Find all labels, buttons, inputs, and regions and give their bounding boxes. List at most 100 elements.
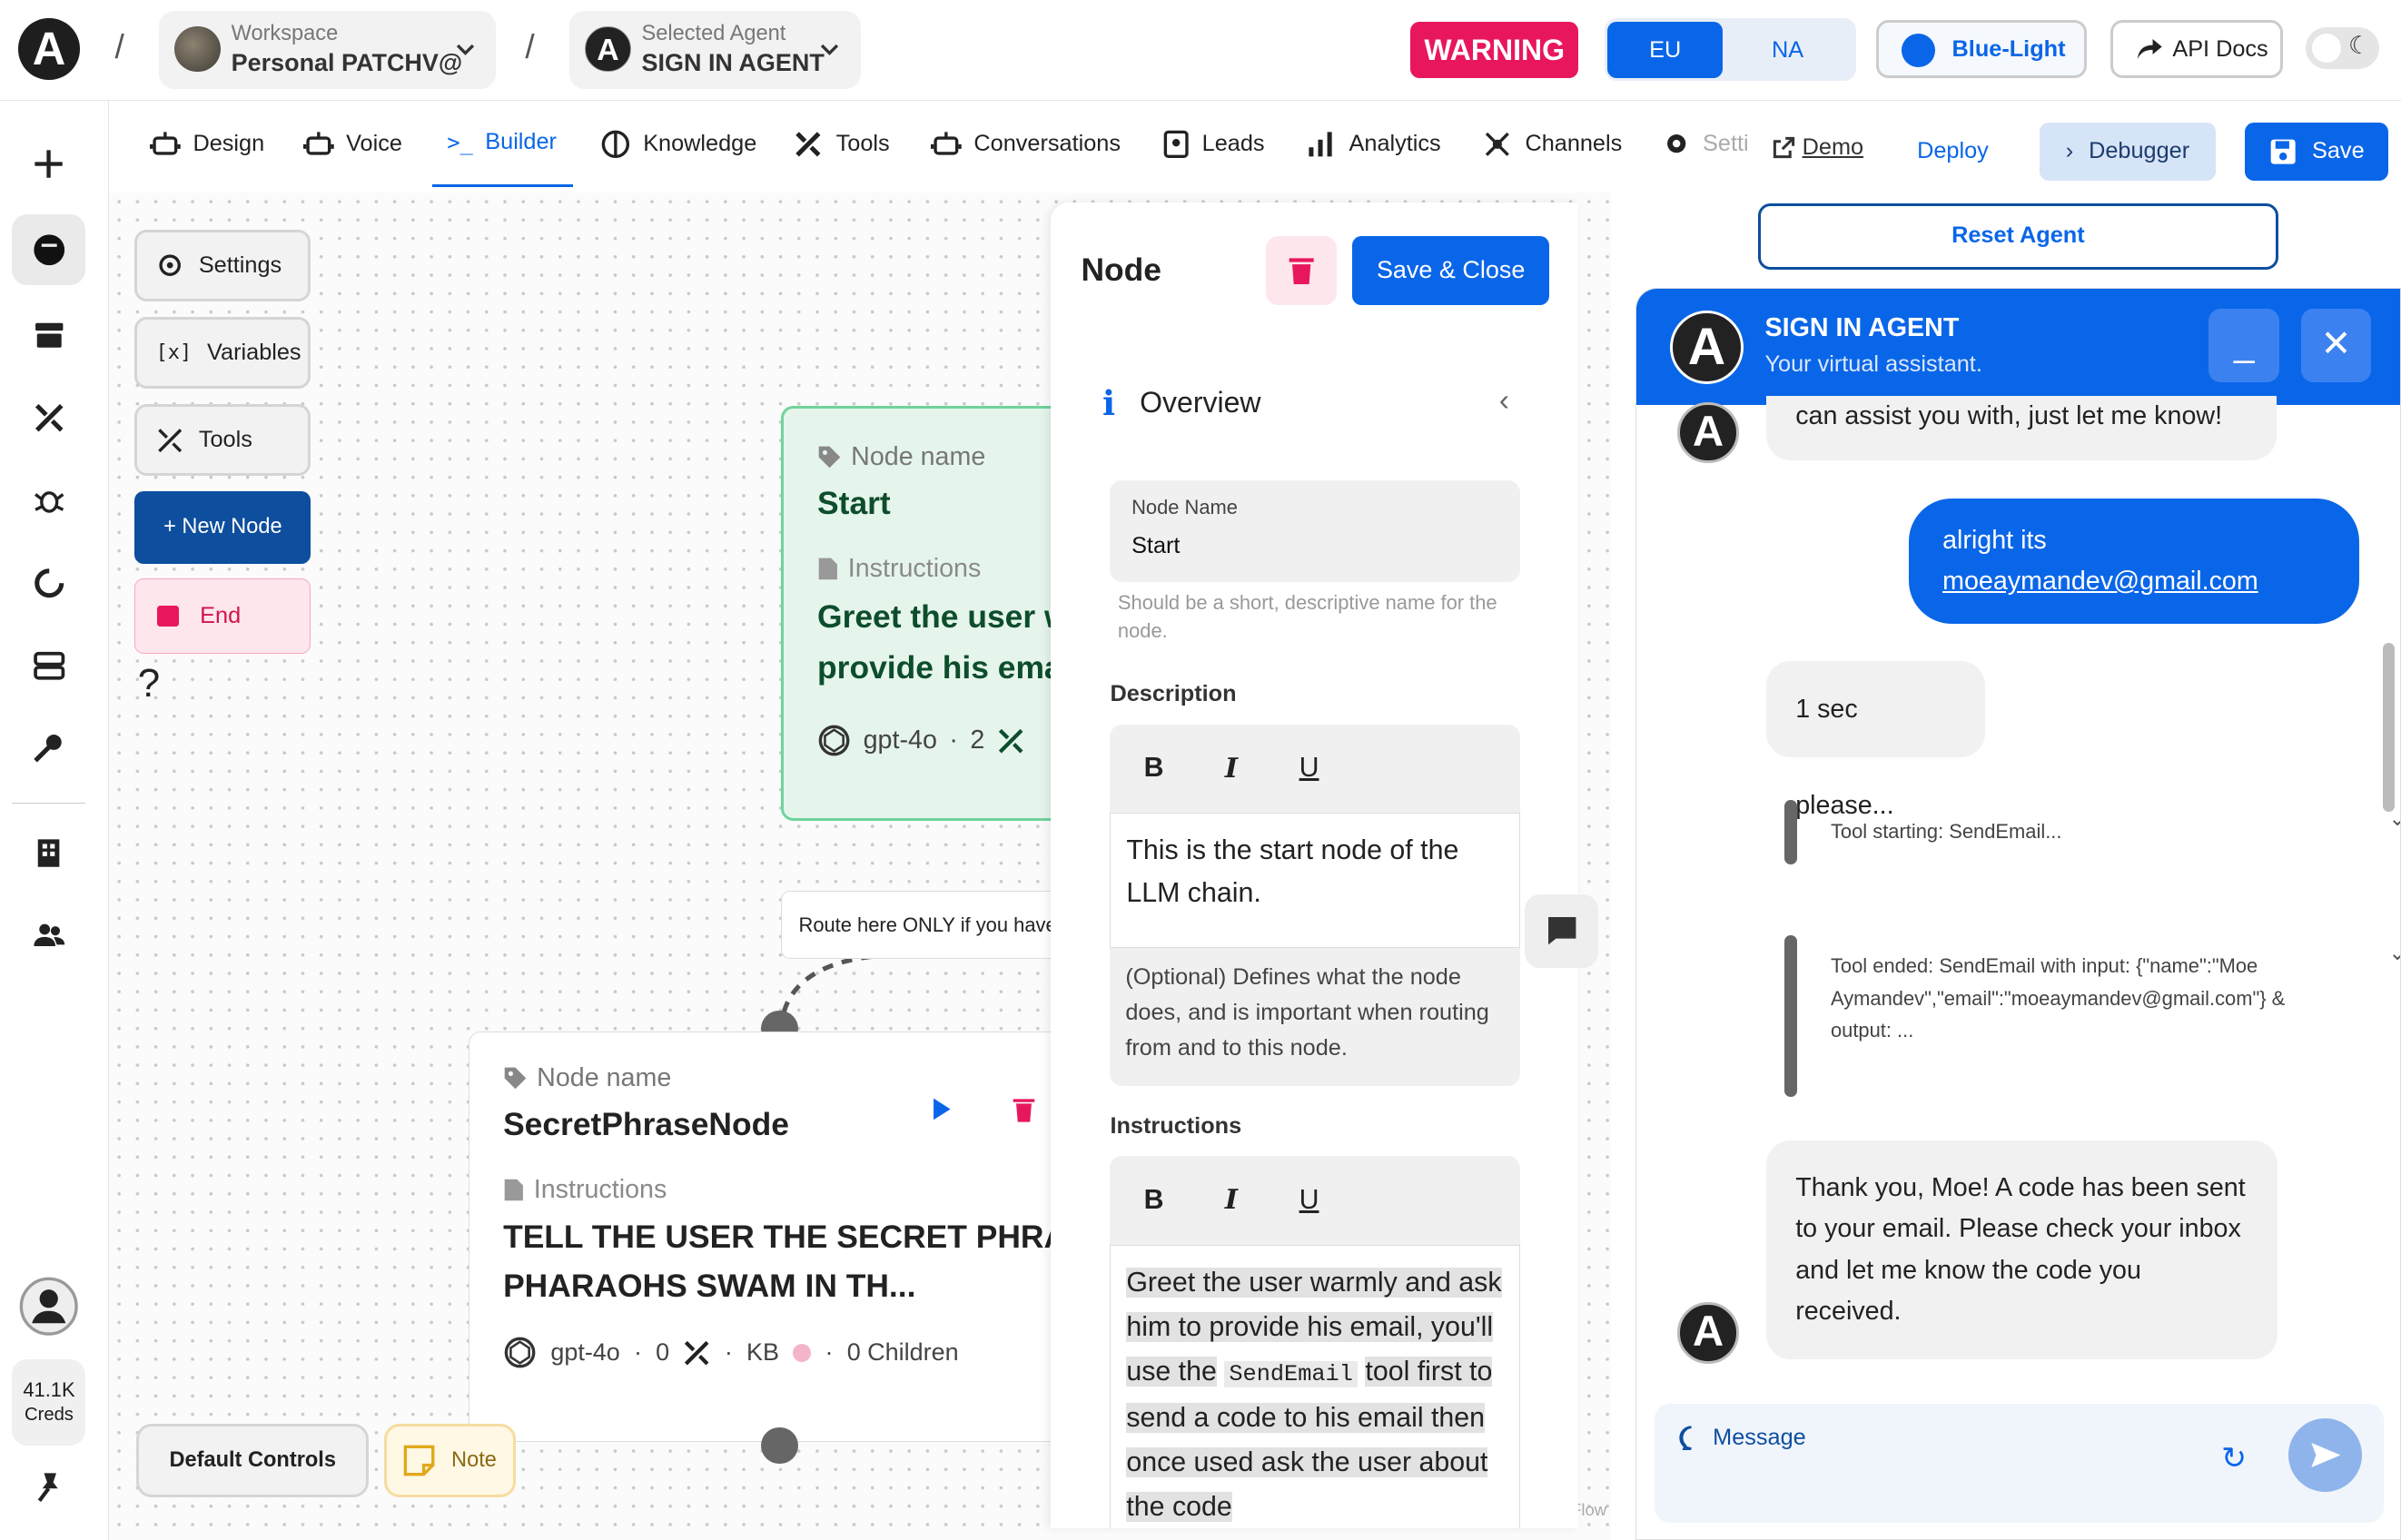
agent-avatar: A [1669, 310, 1744, 384]
debugger-button[interactable]: › Debugger [2040, 122, 2216, 181]
underline-button[interactable]: U [1299, 1185, 1319, 1216]
tool-call-end[interactable]: Tool ended: SendEmail with input: {"name… [1784, 934, 2400, 1101]
underline-button[interactable]: U [1299, 753, 1319, 784]
tab-conversations[interactable]: Conversations [931, 101, 1121, 186]
tab-builder[interactable]: >_ Builder [431, 101, 573, 187]
rail-pin-button[interactable] [12, 1452, 85, 1523]
italic-button[interactable]: I [1225, 753, 1238, 785]
tab-channels[interactable]: Channels [1482, 101, 1622, 186]
message-input[interactable]: Message [1679, 1425, 1806, 1451]
sticky-note-icon [403, 1445, 435, 1476]
bold-button[interactable]: B [1144, 1185, 1164, 1216]
info-icon: i [1102, 382, 1116, 423]
rail-debug-button[interactable] [12, 466, 85, 537]
panel-title: Node [1081, 251, 1161, 288]
tab-knowledge[interactable]: Knowledge [600, 101, 756, 186]
chevron-left-icon[interactable]: ‹ [1499, 383, 1509, 419]
rail-profile-button[interactable] [12, 1271, 85, 1342]
tool-call-start[interactable]: Tool starting: SendEmail... ⌄ [1784, 800, 2400, 864]
rail-team-button[interactable] [12, 900, 85, 971]
rail-agent-button[interactable] [12, 214, 86, 285]
api-docs-button[interactable]: API Docs [2110, 19, 2284, 78]
canvas-variables-button[interactable]: [x] Variables [134, 317, 311, 390]
close-button[interactable]: ✕ [2300, 308, 2372, 382]
satellite-icon [1486, 132, 1510, 156]
send-button[interactable] [2288, 1418, 2363, 1493]
trash-icon[interactable] [1012, 1096, 1036, 1123]
warning-badge[interactable]: WARNING [1409, 21, 1579, 78]
region-na[interactable]: NA [1730, 22, 1844, 78]
bold-button[interactable]: B [1144, 753, 1164, 784]
rail-store-button[interactable] [12, 300, 85, 370]
instructions-code-token: SendEmail [1224, 1360, 1358, 1387]
tool-call-bar [1784, 934, 1797, 1098]
chevron-down-icon[interactable]: ⌄ [2388, 938, 2400, 970]
tab-label: Conversations [973, 130, 1121, 156]
comment-button[interactable] [1525, 893, 1599, 968]
user-email-link[interactable]: moeaymandev@gmail.com [1942, 567, 2258, 596]
rail-tools-button[interactable] [12, 383, 85, 454]
chat-scrollbar[interactable] [2382, 643, 2396, 812]
route-condition-label[interactable]: Route here ONLY if you have [780, 891, 1088, 959]
dark-mode-toggle[interactable]: ☾ [2306, 27, 2380, 69]
canvas-settings-button[interactable]: Settings [134, 229, 311, 302]
play-icon[interactable] [929, 1097, 953, 1121]
rail-storage-button[interactable] [12, 631, 85, 702]
demo-link[interactable]: Demo [1772, 134, 1863, 161]
minimize-button[interactable]: _ [2208, 308, 2280, 382]
help-icon[interactable]: ? [138, 661, 160, 706]
tab-analytics[interactable]: Analytics [1306, 101, 1441, 186]
agent-label: Selected Agent [641, 21, 786, 45]
region-switch: EU NA [1605, 18, 1856, 82]
robot-icon [302, 131, 334, 155]
stop-icon [156, 605, 179, 627]
rail-keys-button[interactable] [12, 714, 85, 785]
description-label: Description [1110, 681, 1237, 707]
save-close-button[interactable]: Save & Close [1351, 235, 1550, 305]
instructions-textarea[interactable]: Greet the user warmly and ask him to pro… [1110, 1244, 1521, 1528]
instructions-label: Instructions [1110, 1112, 1242, 1139]
node-name-label: Node name [503, 1063, 671, 1093]
overview-label: Overview [1140, 386, 1261, 420]
chat-widget: A SIGN IN AGENT Your virtual assistant. … [1635, 288, 2401, 1540]
agent-selector[interactable]: A Selected Agent SIGN IN AGENT [569, 10, 861, 89]
workspace-selector[interactable]: Workspace Personal PATCHV@ [159, 10, 497, 89]
node-name-field[interactable]: Node Name Start [1110, 480, 1521, 582]
tab-voice[interactable]: Voice [302, 101, 402, 186]
editor-toolbar: B I U [1110, 1156, 1520, 1245]
tab-settings[interactable]: Setti [1663, 101, 1763, 186]
tab-tools[interactable]: Tools [793, 101, 890, 186]
note-button[interactable]: Note [384, 1424, 517, 1498]
description-textarea[interactable]: This is the start node of the LLM chain. [1110, 813, 1521, 948]
canvas-tools-button[interactable]: Tools [134, 404, 311, 477]
redo-icon[interactable]: ↻ [2221, 1440, 2247, 1476]
deploy-link[interactable]: Deploy [1917, 138, 1989, 164]
default-controls-button[interactable]: Default Controls [136, 1424, 370, 1498]
delete-node-button[interactable] [1266, 235, 1338, 305]
brain-icon [601, 130, 630, 158]
bot-message: can assist you with, just let me know! [1766, 396, 2277, 460]
rail-organization-button[interactable] [12, 817, 85, 888]
theme-selector[interactable]: Blue-Light [1875, 19, 2088, 78]
note-label: Note [451, 1448, 497, 1473]
send-icon [2311, 1443, 2341, 1468]
save-button[interactable]: Save [2244, 122, 2389, 181]
node-output-handle[interactable] [761, 1426, 798, 1464]
tab-label: Tools [835, 130, 890, 156]
openai-icon [504, 1338, 536, 1368]
tab-leads[interactable]: Leads [1162, 101, 1265, 186]
credits-display[interactable]: 41.1K Creds [12, 1359, 86, 1446]
rail-add-button[interactable] [12, 129, 85, 200]
end-node-button[interactable]: End [134, 578, 311, 654]
app-logo[interactable]: A [18, 18, 80, 80]
node-name-field-value[interactable]: Start [1131, 533, 1180, 559]
region-eu[interactable]: EU [1607, 21, 1723, 78]
rail-sync-button[interactable] [12, 548, 85, 619]
new-node-button[interactable]: + New Node [134, 491, 311, 564]
italic-button[interactable]: I [1225, 1184, 1238, 1216]
overview-section-header[interactable]: i Overview [1102, 383, 1261, 423]
reset-agent-button[interactable]: Reset Agent [1757, 203, 2279, 270]
demo-label: Demo [1802, 134, 1864, 161]
kb-label: KB [746, 1338, 779, 1367]
tab-design[interactable]: Design [150, 101, 264, 186]
